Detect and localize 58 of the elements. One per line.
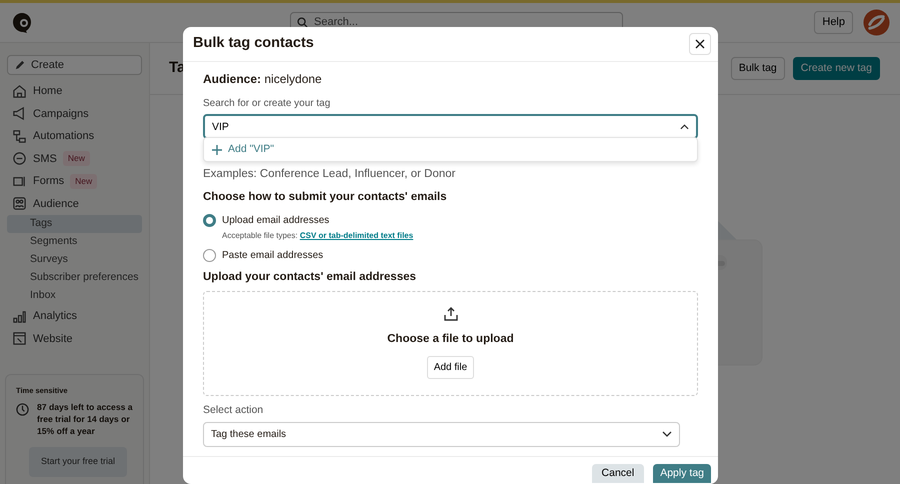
option-label: Upload email addresses xyxy=(222,214,330,228)
nav-item[interactable]: Forms New xyxy=(7,170,142,192)
avatar-icon[interactable] xyxy=(863,9,890,36)
add-tag-option[interactable]: Add "VIP" xyxy=(212,142,274,158)
nav-item[interactable]: Audience xyxy=(7,192,142,215)
search-placeholder: Search... xyxy=(314,15,358,30)
section-heading: Choose how to submit your contacts' emails xyxy=(203,190,448,206)
nav-item[interactable]: Campaigns xyxy=(7,102,142,125)
search-icon xyxy=(297,17,308,28)
trial-message: 87 days left to access a free trial for 14 days or 15% off a year xyxy=(37,401,133,438)
dialog-title: Bulk tag contacts xyxy=(193,34,314,54)
field-label: Select action xyxy=(203,402,264,418)
upload-prompt: Choose a file to upload xyxy=(387,332,514,348)
action-select[interactable]: Tag these emails xyxy=(203,422,680,446)
nav-item[interactable]: Automations xyxy=(7,125,142,148)
nav-subitem[interactable]: Subscriber preferences xyxy=(7,269,142,287)
radio-button[interactable] xyxy=(203,248,216,262)
trial-button[interactable]: Start your free trial xyxy=(29,447,128,477)
new-badge: New xyxy=(62,151,90,166)
pencil-icon xyxy=(14,60,25,70)
option-label: Paste email addresses xyxy=(222,248,324,262)
nav-subitem[interactable]: Tags xyxy=(7,215,142,233)
chevron-icon xyxy=(662,431,672,437)
upload-icon xyxy=(444,307,458,322)
close-button[interactable] xyxy=(689,33,711,55)
nav-subitem[interactable]: Segments xyxy=(7,233,142,251)
nav-item[interactable]: Website xyxy=(7,328,142,350)
nav-subitem[interactable]: Inbox xyxy=(7,287,142,305)
close-icon xyxy=(695,39,705,49)
file-types-note: Acceptable file types: CSV or tab-delimited text files xyxy=(222,230,414,242)
cancel-button[interactable]: Cancel xyxy=(592,464,644,484)
audience-text: Audience: nicelydone xyxy=(203,71,323,88)
file-types-link[interactable]: CSV or tab-delimited text files xyxy=(300,230,414,240)
nav-item[interactable]: Analytics xyxy=(7,305,142,328)
help-button[interactable]: Help xyxy=(814,11,853,34)
flow-icon xyxy=(12,128,27,144)
apply-tag-button[interactable]: Apply tag xyxy=(653,464,711,484)
nav-subitem[interactable]: Surveys xyxy=(7,251,142,269)
logo-icon[interactable] xyxy=(10,10,34,34)
home-icon xyxy=(12,84,27,99)
hint-text: Examples: Conference Lead, Influencer, or Donor xyxy=(203,167,457,182)
upload-dropzone[interactable]: Choose a file to upload Add file xyxy=(203,290,698,396)
tag-search-field[interactable]: VIP xyxy=(203,114,698,139)
field-label: Search for or create your tag xyxy=(203,97,332,111)
megaphone-icon xyxy=(12,106,27,122)
clock-icon xyxy=(16,403,29,416)
bar-chart-icon xyxy=(12,308,27,324)
nav-item[interactable]: Home xyxy=(7,80,142,102)
plus-icon xyxy=(212,144,222,154)
radio-button[interactable] xyxy=(203,214,216,226)
section-heading: Upload your contacts' email addresses xyxy=(203,270,418,284)
create-button[interactable]: Create xyxy=(7,55,142,75)
browser-icon xyxy=(12,331,27,346)
bulk-tag-button[interactable]: Bulk tag xyxy=(730,56,785,80)
nav-item[interactable]: SMS New xyxy=(7,148,142,170)
add-file-button[interactable]: Add file xyxy=(426,356,474,380)
create-tag-button[interactable]: Create new tag xyxy=(792,56,880,80)
new-badge: New xyxy=(70,174,98,189)
